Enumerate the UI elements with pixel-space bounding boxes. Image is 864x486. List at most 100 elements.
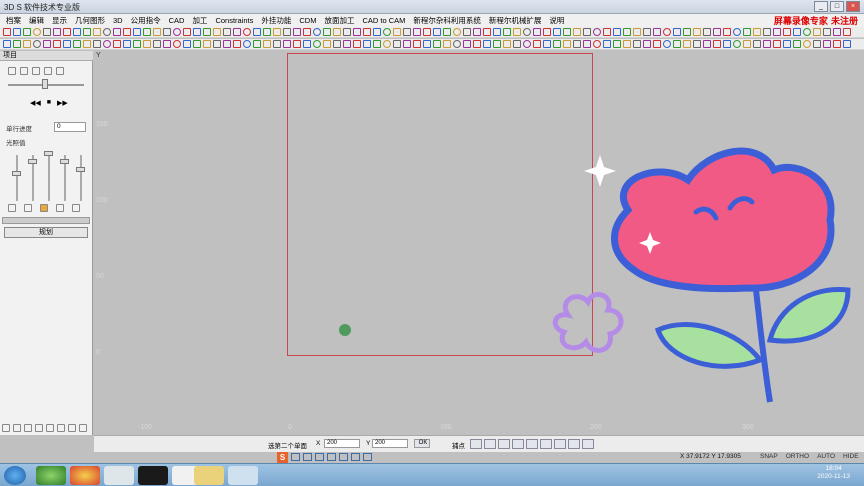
snap-button-2[interactable] bbox=[484, 439, 496, 449]
toolbar-tool-icon[interactable] bbox=[443, 40, 451, 48]
menu-constraints[interactable]: Constraints bbox=[215, 16, 253, 25]
toolbar-tool-icon[interactable] bbox=[233, 28, 241, 36]
toolbar-tool-icon[interactable] bbox=[783, 40, 791, 48]
toolbar-tool-icon[interactable] bbox=[203, 40, 211, 48]
step-icon[interactable] bbox=[32, 67, 40, 75]
next-icon[interactable]: ▶▶ bbox=[57, 99, 68, 107]
toolbar-tool-icon[interactable] bbox=[673, 28, 681, 36]
toolbar-tool-icon[interactable] bbox=[843, 28, 851, 36]
toolbar-tool-icon[interactable] bbox=[23, 40, 31, 48]
toolbar-tool-icon[interactable] bbox=[343, 28, 351, 36]
toolbar-tool-icon[interactable] bbox=[453, 28, 461, 36]
toolbar-tool-icon[interactable] bbox=[753, 28, 761, 36]
toolbar-tool-icon[interactable] bbox=[293, 28, 301, 36]
toolbar-tool-icon[interactable] bbox=[513, 28, 521, 36]
toolbar-tool-icon[interactable] bbox=[433, 28, 441, 36]
toolbar-tool-icon[interactable] bbox=[483, 40, 491, 48]
toolbar-tool-icon[interactable] bbox=[493, 40, 501, 48]
pause-icon[interactable] bbox=[56, 67, 64, 75]
toolbar-tool-icon[interactable] bbox=[593, 40, 601, 48]
toolbar-tool-icon[interactable] bbox=[253, 40, 261, 48]
menu-edit[interactable]: 编辑 bbox=[29, 15, 44, 26]
toolbar-tool-icon[interactable] bbox=[703, 40, 711, 48]
toolbar-tool-icon[interactable] bbox=[793, 40, 801, 48]
toolbar-tool-icon[interactable] bbox=[223, 28, 231, 36]
maximize-button[interactable]: □ bbox=[830, 1, 844, 12]
folder-icon[interactable] bbox=[194, 466, 224, 485]
ie-browser-icon[interactable] bbox=[36, 466, 66, 485]
speed-input[interactable]: 0 bbox=[54, 122, 86, 132]
snap-button-7[interactable] bbox=[554, 439, 566, 449]
toolbar-tool-icon[interactable] bbox=[173, 40, 181, 48]
hide-mode[interactable]: HIDE bbox=[843, 453, 859, 460]
toolbar-tool-icon[interactable] bbox=[553, 28, 561, 36]
menu-machining[interactable]: 加工 bbox=[192, 15, 207, 26]
toolbar-tool-icon[interactable] bbox=[703, 28, 711, 36]
bottom-icon-3[interactable] bbox=[24, 424, 32, 432]
toolbar-tool-icon[interactable] bbox=[463, 28, 471, 36]
bottom-icon-1[interactable] bbox=[2, 424, 10, 432]
toolbar-tool-icon[interactable] bbox=[843, 40, 851, 48]
toolbar-tool-icon[interactable] bbox=[633, 28, 641, 36]
toolbar-tool-icon[interactable] bbox=[153, 28, 161, 36]
play-icon[interactable] bbox=[20, 67, 28, 75]
light-slider-2-thumb[interactable] bbox=[28, 159, 37, 164]
toolbar-tool-icon[interactable] bbox=[263, 28, 271, 36]
toolbar-tool-icon[interactable] bbox=[693, 40, 701, 48]
toolbar-tool-icon[interactable] bbox=[763, 28, 771, 36]
toolbar-tool-icon[interactable] bbox=[323, 28, 331, 36]
light-slider-3-thumb[interactable] bbox=[44, 151, 53, 156]
recorder-icon[interactable] bbox=[228, 466, 258, 485]
x-input[interactable]: 200 bbox=[324, 439, 360, 448]
toolbar-tool-icon[interactable] bbox=[663, 40, 671, 48]
toolbar-tool-icon[interactable] bbox=[3, 28, 11, 36]
toolbar-tool-icon[interactable] bbox=[573, 40, 581, 48]
ok-button[interactable]: OK bbox=[414, 439, 430, 448]
toolbar-tool-icon[interactable] bbox=[683, 28, 691, 36]
toolbar-tool-icon[interactable] bbox=[323, 40, 331, 48]
toolbar-tool-icon[interactable] bbox=[543, 28, 551, 36]
toolbar-tool-icon[interactable] bbox=[113, 28, 121, 36]
toolbar-tool-icon[interactable] bbox=[183, 28, 191, 36]
toolbar-tool-icon[interactable] bbox=[363, 40, 371, 48]
toolbar-tool-icon[interactable] bbox=[763, 40, 771, 48]
toolbar-tool-icon[interactable] bbox=[333, 40, 341, 48]
toolbar-tool-icon[interactable] bbox=[193, 28, 201, 36]
y-input[interactable]: 200 bbox=[372, 439, 408, 448]
toolbar-tool-icon[interactable] bbox=[303, 40, 311, 48]
toolbar-tool-icon[interactable] bbox=[333, 28, 341, 36]
toolbar-tool-icon[interactable] bbox=[403, 40, 411, 48]
toolbar-tool-icon[interactable] bbox=[833, 28, 841, 36]
toolbar-tool-icon[interactable] bbox=[473, 40, 481, 48]
toolbar-tool-icon[interactable] bbox=[813, 40, 821, 48]
toolbar-tool-icon[interactable] bbox=[593, 28, 601, 36]
toolbar-tool-icon[interactable] bbox=[383, 28, 391, 36]
minimize-button[interactable]: _ bbox=[814, 1, 828, 12]
snap-button-1[interactable] bbox=[470, 439, 482, 449]
toolbar-tool-icon[interactable] bbox=[273, 28, 281, 36]
toolbar-tool-icon[interactable] bbox=[723, 28, 731, 36]
light-slider-5-thumb[interactable] bbox=[76, 167, 85, 172]
toolbar-tool-icon[interactable] bbox=[423, 28, 431, 36]
toolbar-tool-icon[interactable] bbox=[303, 28, 311, 36]
toolbar-tool-icon[interactable] bbox=[603, 28, 611, 36]
toolbar-tool-icon[interactable] bbox=[283, 28, 291, 36]
bottom-icon-2[interactable] bbox=[13, 424, 21, 432]
toolbar-tool-icon[interactable] bbox=[503, 40, 511, 48]
toolbar-tool-icon[interactable] bbox=[413, 28, 421, 36]
toolbar-tool-icon[interactable] bbox=[653, 40, 661, 48]
toolbar-tool-icon[interactable] bbox=[53, 40, 61, 48]
toolbar-tool-icon[interactable] bbox=[803, 40, 811, 48]
toolbar-tool-icon[interactable] bbox=[823, 40, 831, 48]
bottom-icon-7[interactable] bbox=[68, 424, 76, 432]
toolbar-tool-icon[interactable] bbox=[783, 28, 791, 36]
light-icon[interactable] bbox=[72, 204, 80, 212]
toolbar-tool-icon[interactable] bbox=[243, 40, 251, 48]
sogou-ime-icon[interactable]: S bbox=[277, 451, 288, 463]
toolbar-tool-icon[interactable] bbox=[733, 40, 741, 48]
toolbar-tool-icon[interactable] bbox=[23, 28, 31, 36]
snap-button-6[interactable] bbox=[540, 439, 552, 449]
toolbar-tool-icon[interactable] bbox=[313, 40, 321, 48]
toolbar-tool-icon[interactable] bbox=[243, 28, 251, 36]
toolbar-tool-icon[interactable] bbox=[613, 28, 621, 36]
